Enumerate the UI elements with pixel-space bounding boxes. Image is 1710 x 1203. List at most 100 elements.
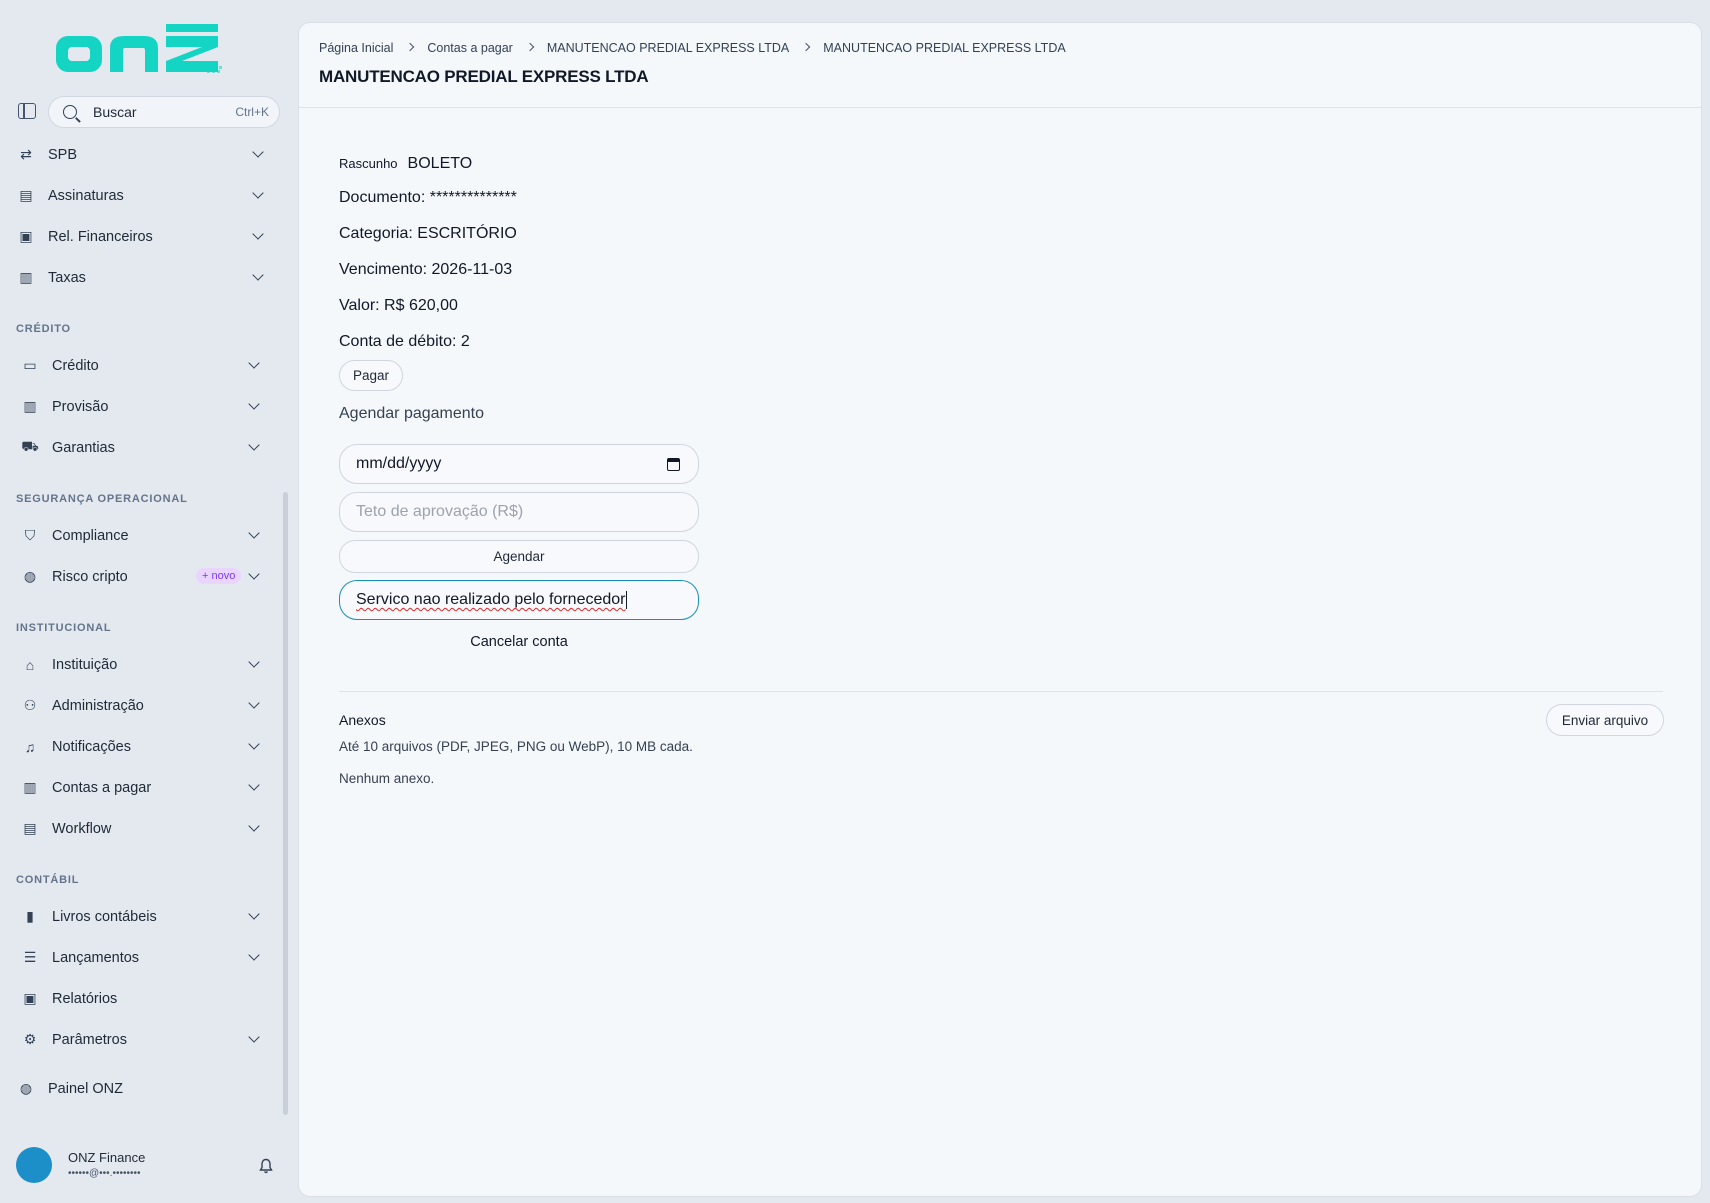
sidebar-item-label: Crédito: [52, 357, 99, 374]
breadcrumb: Página Inicial Contas a pagar MANUTENCAO…: [319, 41, 1066, 55]
car-shield-icon: ⛟: [21, 438, 39, 454]
sidebar-item-label: Administração: [52, 697, 144, 714]
approval-ceiling-input[interactable]: Teto de aprovação (R$): [339, 492, 699, 532]
sidebar-item-taxas[interactable]: ▥ Taxas: [0, 257, 280, 298]
breadcrumb-supplier[interactable]: MANUTENCAO PREDIAL EXPRESS LTDA: [547, 41, 789, 55]
avatar[interactable]: [16, 1147, 52, 1183]
sidebar-item-label: Garantias: [52, 439, 115, 456]
breadcrumb-contas-a-pagar[interactable]: Contas a pagar: [427, 41, 512, 55]
sidebar-item-contas-a-pagar[interactable]: ▥ Contas a pagar: [0, 767, 280, 808]
field-conta-debito: Conta de débito: 2: [339, 333, 470, 350]
upload-file-button[interactable]: Enviar arquivo: [1546, 704, 1664, 736]
sidebar: Buscar Ctrl+K ⇄ SPB ▤ Assinaturas ▣ Rel.…: [0, 0, 292, 1203]
globe-icon: ◍: [23, 568, 37, 584]
chevron-down-icon: [248, 908, 260, 920]
chevron-down-icon: [248, 357, 260, 369]
sidebar-item-workflow[interactable]: ▤ Workflow: [0, 808, 280, 849]
sidebar-item-label: Risco cripto: [52, 568, 128, 585]
document-check-icon: ▤: [19, 187, 33, 203]
field-documento: Documento: **************: [339, 189, 517, 206]
text-caret: [625, 591, 627, 609]
sidebar-item-spb[interactable]: ⇄ SPB: [0, 134, 280, 175]
chevron-down-icon: [248, 439, 260, 451]
sidebar-item-label: Assinaturas: [48, 187, 124, 204]
sidebar-item-credito[interactable]: ▭ Crédito: [0, 345, 280, 386]
search-label: Buscar: [93, 104, 137, 120]
onz-logo[interactable]: [54, 20, 240, 76]
bank-icon: ⌂: [25, 656, 35, 673]
sidebar-item-painel-onz[interactable]: ◍ Painel ONZ: [0, 1068, 280, 1109]
bell-icon[interactable]: [259, 1158, 273, 1174]
chevron-down-icon: [248, 398, 260, 410]
chevron-down-icon: [248, 527, 260, 539]
sidebar-item-label: Painel ONZ: [48, 1080, 123, 1097]
field-vencimento: Vencimento: 2026-11-03: [339, 261, 513, 278]
user-lock-icon: ⚇: [23, 697, 37, 713]
globe-icon: ◍: [19, 1080, 33, 1096]
schedule-date-input[interactable]: mm/dd/yyyy: [339, 444, 699, 484]
chevron-down-icon: [248, 697, 260, 709]
user-email: ••••••@•••.••••••••: [68, 1168, 141, 1179]
date-placeholder: mm/dd/yyyy: [356, 455, 442, 472]
status-badge: Rascunho: [339, 156, 398, 171]
sidebar-scrollbar[interactable]: [283, 492, 288, 1115]
sidebar-item-label: Taxas: [48, 269, 86, 286]
credit-card-icon: ▭: [23, 357, 37, 373]
chevron-down-icon: [252, 187, 264, 199]
search-bar[interactable]: Buscar Ctrl+K: [48, 96, 280, 128]
clipboard-icon: ▣: [23, 990, 37, 1006]
cancel-reason-input[interactable]: Servico nao realizado pelo fornecedor: [339, 580, 699, 620]
sidebar-item-label: Notificações: [52, 738, 131, 755]
section-title-institucional: INSTITUCIONAL: [16, 622, 112, 634]
sidebar-item-label: Livros contábeis: [52, 908, 157, 925]
sidebar-item-compliance[interactable]: ⛉ Compliance: [0, 515, 280, 556]
attachments-help: Até 10 arquivos (PDF, JPEG, PNG ou WebP)…: [339, 739, 693, 754]
sidebar-item-label: Relatórios: [52, 990, 118, 1007]
sidebar-item-provisao[interactable]: ▥ Provisão: [0, 386, 280, 427]
calendar-icon[interactable]: [667, 458, 680, 471]
chevron-right-icon: [525, 42, 535, 52]
sidebar-item-garantias[interactable]: ⛟ Garantias: [0, 427, 280, 468]
pay-button[interactable]: Pagar: [339, 360, 403, 391]
sidebar-item-relatorios[interactable]: ▣ Relatórios: [0, 978, 280, 1019]
chevron-down-icon: [248, 738, 260, 750]
sidebar-item-label: Instituição: [52, 656, 118, 673]
sidebar-item-label: Parâmetros: [52, 1031, 127, 1048]
field-valor: Valor: R$ 620,00: [339, 297, 458, 314]
schedule-title: Agendar pagamento: [339, 405, 484, 422]
chevron-right-icon: [802, 42, 811, 52]
sidebar-item-administracao[interactable]: ⚇ Administração: [0, 685, 280, 726]
chevron-down-icon: [252, 146, 264, 158]
money-icon: ▥: [23, 779, 37, 795]
cancel-reason-value: Servico nao realizado pelo fornecedor: [356, 591, 626, 608]
approval-ceiling-placeholder: Teto de aprovação (R$): [356, 503, 524, 520]
sidebar-item-parametros[interactable]: ⚙ Parâmetros: [0, 1019, 280, 1060]
sidebar-item-risco-cripto[interactable]: ◍ Risco cripto + novo: [0, 556, 280, 597]
sidebar-item-label: Rel. Financeiros: [48, 228, 153, 245]
page-title: MANUTENCAO PREDIAL EXPRESS LTDA: [319, 67, 649, 86]
divider: [339, 691, 1663, 692]
field-categoria: Categoria: ESCRITÓRIO: [339, 225, 517, 242]
section-title-contabil: CONTÁBIL: [16, 874, 80, 886]
sidebar-item-livros-contabeis[interactable]: ▮ Livros contábeis: [0, 896, 280, 937]
new-badge: + novo: [196, 568, 242, 584]
sidebar-item-instituicao[interactable]: ⌂ Instituição: [0, 644, 280, 685]
schedule-button[interactable]: Agendar: [339, 540, 699, 573]
chevron-down-icon: [248, 949, 260, 961]
search-shortcut: Ctrl+K: [235, 105, 269, 119]
sidebar-toggle-icon[interactable]: [18, 103, 36, 119]
sidebar-item-assinaturas[interactable]: ▤ Assinaturas: [0, 175, 280, 216]
list-icon: ☰: [23, 949, 37, 965]
chevron-down-icon: [248, 1031, 260, 1043]
sidebar-item-rel-financeiros[interactable]: ▣ Rel. Financeiros: [0, 216, 280, 257]
sidebar-item-notificacoes[interactable]: ♫ Notificações: [0, 726, 280, 767]
search-icon: [63, 105, 77, 119]
cancel-account-button[interactable]: Cancelar conta: [339, 634, 699, 650]
status-row: Rascunho BOLETO: [339, 155, 472, 173]
sidebar-item-label: Provisão: [52, 398, 109, 415]
chevron-down-icon: [248, 820, 260, 832]
breadcrumb-home[interactable]: Página Inicial: [319, 41, 393, 55]
sidebar-item-lancamentos[interactable]: ☰ Lançamentos: [0, 937, 280, 978]
chevron-down-icon: [252, 228, 264, 240]
main-panel: Página Inicial Contas a pagar MANUTENCAO…: [298, 22, 1702, 1197]
